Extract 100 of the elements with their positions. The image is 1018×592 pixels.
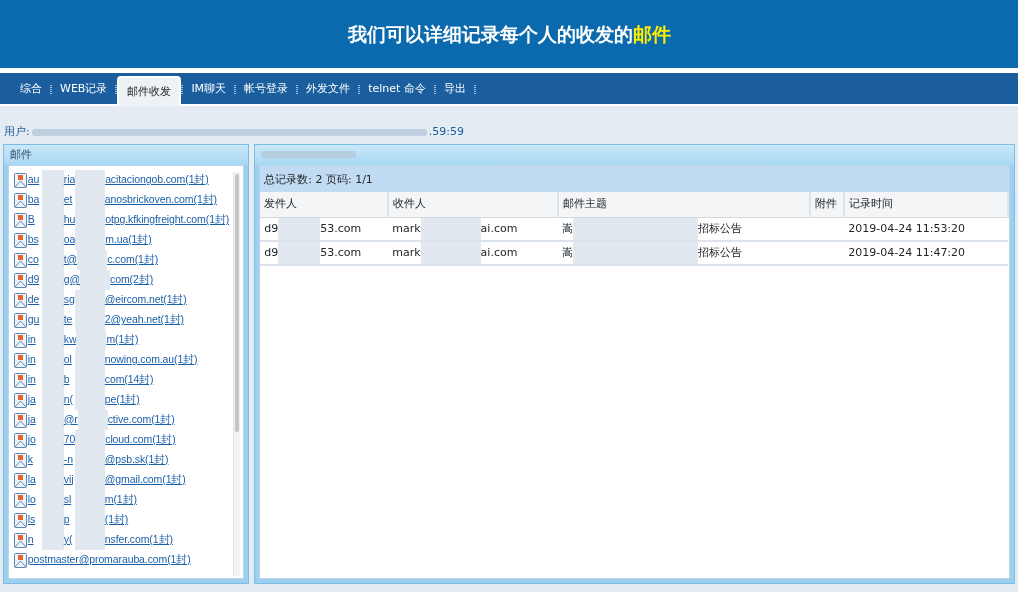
mail-address-link[interactable]: gu bbox=[27, 312, 40, 325]
tab[interactable]: 帐号登录 bbox=[236, 77, 297, 101]
table-cell: 招标公告 bbox=[698, 220, 743, 237]
mail-address-link[interactable]: pe(1封) bbox=[104, 392, 140, 408]
mail-address-link[interactable]: @psb.sk(1封) bbox=[104, 452, 169, 468]
mail-address-link[interactable]: n( bbox=[63, 392, 73, 405]
mail-address-link[interactable]: sl bbox=[63, 492, 72, 505]
mail-address-link[interactable]: t@ bbox=[63, 252, 78, 265]
mail-address-link[interactable]: b bbox=[63, 372, 70, 385]
mail-address-link[interactable]: sg bbox=[63, 292, 75, 305]
mail-address-link[interactable]: nowing.com.au(1封) bbox=[104, 352, 198, 368]
mail-address-link[interactable]: p bbox=[63, 512, 70, 525]
mail-address-link[interactable]: B bbox=[27, 212, 35, 225]
mail-address-link[interactable]: ja bbox=[27, 392, 36, 405]
envelope-icon bbox=[13, 492, 27, 508]
mail-address-link[interactable]: com(2封) bbox=[110, 272, 154, 288]
mail-address-link[interactable]: g@ bbox=[63, 272, 81, 285]
mail-address-link[interactable]: 70 bbox=[63, 432, 76, 445]
mail-address-link[interactable]: cloud.com(1封) bbox=[105, 432, 176, 448]
table-cell: 2019-04-24 11:47:20 bbox=[848, 245, 966, 259]
mail-address-link[interactable]: 2@yeah.net(1封) bbox=[104, 312, 184, 328]
mail-address-link[interactable]: bs bbox=[27, 232, 39, 245]
mail-address-link[interactable]: anosbrickoven.com(1封) bbox=[104, 192, 217, 208]
tab[interactable]: IM聊天 bbox=[183, 77, 235, 101]
table-cell-text: d9 bbox=[264, 244, 279, 261]
envelope-icon bbox=[13, 252, 27, 268]
envelope-icon bbox=[13, 432, 27, 448]
tab[interactable]: 综合 bbox=[12, 77, 50, 101]
redaction-block bbox=[41, 170, 64, 190]
mail-address-link[interactable]: n bbox=[27, 532, 34, 545]
column-header: 记录时间 bbox=[844, 192, 1009, 217]
mail-address-link[interactable]: m(1封) bbox=[104, 492, 137, 508]
table-cell: d9 bbox=[264, 220, 279, 237]
mail-address-link[interactable]: jo bbox=[27, 432, 36, 445]
tab[interactable]: 外发文件 bbox=[298, 77, 359, 101]
tab[interactable]: 导出 bbox=[435, 77, 474, 101]
mail-address-link[interactable]: ol bbox=[63, 352, 72, 365]
envelope-icon bbox=[13, 412, 27, 428]
mail-address-link[interactable]: ria bbox=[63, 172, 76, 185]
table-cell: 嵩 bbox=[562, 220, 574, 237]
mail-address-link[interactable]: et bbox=[63, 192, 73, 205]
mail-address-link[interactable]: lo bbox=[27, 492, 36, 505]
envelope-icon bbox=[13, 192, 27, 208]
mail-address-link[interactable]: vij bbox=[63, 472, 74, 485]
mail-address-link[interactable]: -n bbox=[63, 452, 73, 465]
envelope-icon bbox=[13, 232, 27, 248]
table-cell-text: ai.com bbox=[480, 244, 518, 261]
mail-address-link[interactable]: in bbox=[27, 372, 36, 385]
redaction-block bbox=[41, 530, 64, 550]
column-header: 收件人 bbox=[388, 192, 559, 217]
mail-address-link[interactable]: acitaciongob.com(1封) bbox=[105, 172, 209, 188]
envelope-icon bbox=[13, 292, 27, 308]
table-cell-text: 嵩 bbox=[562, 244, 574, 261]
mail-address-link[interactable]: postmaster@promarauba.com(1封) bbox=[27, 552, 191, 568]
filter-label: 用户: bbox=[4, 123, 30, 140]
mail-address-link[interactable]: d9 bbox=[27, 272, 40, 285]
mail-address-link[interactable]: kw bbox=[63, 332, 77, 345]
table-cell: 53.com bbox=[320, 220, 362, 237]
mail-address-link[interactable]: (1封) bbox=[104, 512, 129, 528]
mail-address-link[interactable]: co bbox=[27, 252, 39, 265]
envelope-icon bbox=[13, 172, 27, 188]
tab[interactable]: WEB记录 bbox=[52, 77, 116, 101]
mail-address-link[interactable]: in bbox=[27, 332, 36, 345]
column-header: 邮件主题 bbox=[558, 192, 811, 217]
mail-address-link[interactable]: la bbox=[27, 472, 36, 485]
column-header: 附件 bbox=[810, 192, 845, 217]
mail-address-link[interactable]: @gmail.com(1封) bbox=[104, 472, 186, 488]
redaction-block bbox=[74, 530, 105, 550]
mail-address-link[interactable]: k bbox=[27, 452, 33, 465]
mail-address-link[interactable]: ba bbox=[27, 192, 40, 205]
mail-address-link[interactable]: @eircom.net(1封) bbox=[104, 292, 187, 308]
mail-address-link[interactable]: y( bbox=[63, 532, 73, 545]
envelope-icon bbox=[13, 332, 27, 348]
mail-address-link[interactable]: ja bbox=[27, 412, 36, 425]
envelope-icon bbox=[13, 552, 27, 568]
panel-title: 邮件 bbox=[9, 148, 32, 161]
envelope-icon bbox=[13, 372, 27, 388]
mail-address-link[interactable]: m(1封) bbox=[106, 332, 139, 348]
envelope-icon bbox=[13, 532, 27, 548]
mail-address-link[interactable]: @r bbox=[63, 412, 78, 425]
filter-time: .59:59 bbox=[428, 123, 464, 140]
mail-address-link[interactable]: hu bbox=[63, 212, 76, 225]
mail-address-link[interactable]: oa bbox=[63, 232, 76, 245]
tab[interactable]: 邮件收发 bbox=[117, 76, 182, 106]
mail-address-link[interactable]: in bbox=[27, 352, 36, 365]
mail-address-link[interactable]: otpg.kfkingfreight.com(1封) bbox=[105, 212, 230, 228]
envelope-icon bbox=[13, 472, 27, 488]
mail-address-link[interactable]: ctive.com(1封) bbox=[107, 412, 175, 428]
envelope-icon bbox=[13, 512, 27, 528]
table-cell: ai.com bbox=[480, 220, 518, 237]
mail-address-link[interactable]: com(14封) bbox=[104, 372, 154, 388]
mail-address-link[interactable]: c.com(1封) bbox=[107, 252, 159, 268]
mail-address-link[interactable]: au bbox=[27, 172, 40, 185]
mail-address-link[interactable]: m.ua(1封) bbox=[105, 232, 152, 248]
table-cell: 2019-04-24 11:53:20 bbox=[848, 221, 966, 235]
mail-address-link[interactable]: te bbox=[63, 312, 73, 325]
tab[interactable]: telnet 命令 bbox=[360, 77, 434, 101]
mail-address-link[interactable]: de bbox=[27, 292, 40, 305]
mail-address-link[interactable]: ls bbox=[27, 512, 36, 525]
mail-address-link[interactable]: nsfer.com(1封) bbox=[104, 532, 173, 548]
